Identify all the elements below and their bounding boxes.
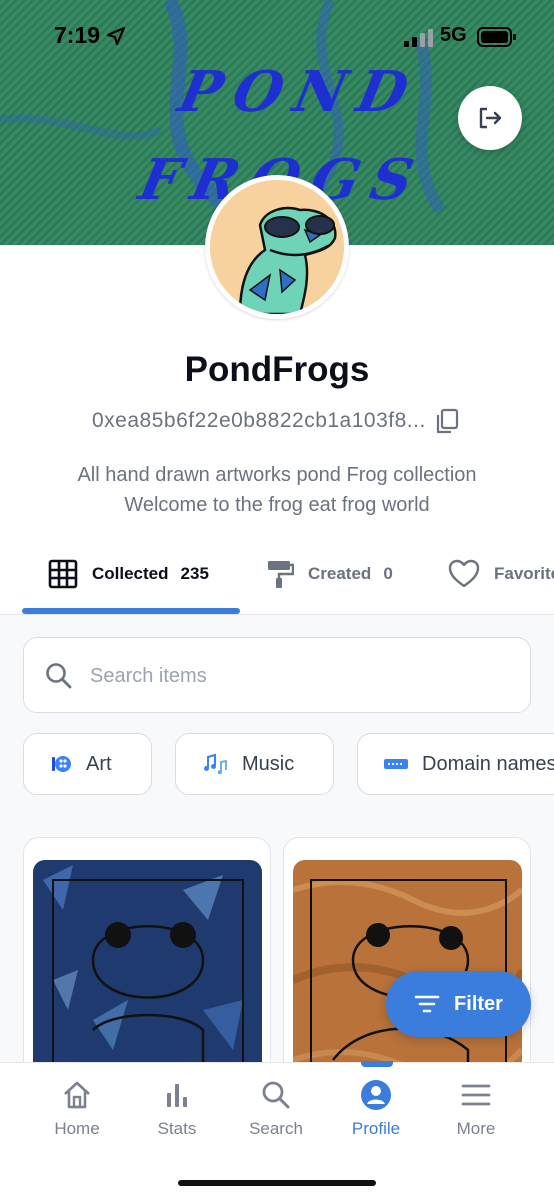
nav-search-label: Search bbox=[249, 1119, 303, 1138]
search-input[interactable] bbox=[90, 660, 510, 692]
paint-roller-icon bbox=[268, 561, 294, 588]
chip-domain-label: Domain names bbox=[422, 752, 554, 775]
battery-icon bbox=[477, 27, 516, 47]
profile-icon bbox=[361, 1080, 391, 1110]
nav-home-label: Home bbox=[54, 1119, 100, 1138]
location-arrow-icon bbox=[106, 26, 126, 46]
nav-home[interactable]: Home bbox=[27, 1079, 127, 1149]
chip-music-label: Music bbox=[242, 752, 295, 775]
logout-button[interactable] bbox=[458, 86, 522, 150]
copy-icon[interactable] bbox=[434, 408, 460, 436]
status-time: 7:19 bbox=[54, 22, 101, 48]
search-icon bbox=[262, 1081, 290, 1109]
filter-button[interactable]: Filter bbox=[386, 971, 531, 1037]
domain-icon bbox=[384, 759, 408, 769]
heart-icon bbox=[448, 559, 480, 588]
avatar[interactable] bbox=[205, 175, 349, 319]
profile-name: PondFrogs bbox=[184, 350, 370, 389]
wallet-address-row: 0xea85b6f22e0b8822cb1a103f8... bbox=[0, 406, 554, 440]
bio-line-2: Welcome to the frog eat frog world bbox=[124, 494, 430, 516]
nav-active-indicator bbox=[361, 1061, 393, 1067]
bottom-navigation: Home Stats Search Profile More bbox=[0, 1061, 554, 1200]
nav-stats[interactable]: Stats bbox=[127, 1079, 227, 1149]
nft-artwork-image bbox=[33, 860, 262, 1062]
tab-favorites-label: Favorites bbox=[494, 564, 554, 583]
frog-avatar-image bbox=[210, 180, 344, 314]
nav-more-label: More bbox=[456, 1119, 496, 1138]
network-type: 5G bbox=[440, 24, 467, 46]
chip-domain-names[interactable]: Domain names bbox=[357, 733, 554, 795]
category-chips: Art Music Domain names bbox=[23, 733, 554, 795]
filter-button-label: Filter bbox=[454, 992, 503, 1015]
chip-music[interactable]: Music bbox=[175, 733, 334, 795]
nft-card[interactable] bbox=[23, 837, 271, 1062]
tab-favorites[interactable]: Favorites bbox=[448, 554, 554, 594]
active-tab-indicator bbox=[22, 608, 240, 614]
wallet-address: 0xea85b6f22e0b8822cb1a103f8... bbox=[92, 409, 426, 432]
tab-collected[interactable]: Collected 235 bbox=[48, 554, 209, 594]
chip-art-label: Art bbox=[86, 752, 112, 775]
menu-icon bbox=[461, 1084, 491, 1106]
profile-bio: All hand drawn artworks pond Frog collec… bbox=[0, 460, 554, 520]
nav-search[interactable]: Search bbox=[226, 1079, 326, 1149]
tab-collected-label: Collected bbox=[92, 564, 169, 583]
tab-collected-count: 235 bbox=[180, 564, 209, 583]
grid-icon bbox=[48, 559, 78, 589]
nav-more[interactable]: More bbox=[426, 1079, 526, 1149]
nav-stats-label: Stats bbox=[157, 1119, 197, 1138]
search-icon bbox=[46, 663, 72, 689]
nav-profile[interactable]: Profile bbox=[326, 1079, 426, 1149]
bio-line-1: All hand drawn artworks pond Frog collec… bbox=[77, 464, 477, 486]
chip-art[interactable]: Art bbox=[23, 733, 152, 795]
status-bar: 7:19 5G bbox=[0, 0, 554, 70]
tab-created-count: 0 bbox=[383, 564, 393, 583]
home-indicator bbox=[178, 1180, 376, 1186]
stats-icon bbox=[167, 1084, 187, 1107]
filter-icon bbox=[414, 995, 440, 1013]
search-box[interactable] bbox=[23, 637, 531, 713]
tab-created-label: Created bbox=[308, 564, 372, 583]
signal-icon bbox=[404, 29, 433, 47]
music-icon bbox=[204, 753, 227, 775]
home-icon bbox=[64, 1081, 90, 1109]
nav-profile-label: Profile bbox=[351, 1119, 401, 1138]
art-icon bbox=[52, 756, 71, 772]
tab-created[interactable]: Created 0 bbox=[266, 554, 393, 594]
logout-icon bbox=[479, 107, 502, 129]
profile-tabs: Collected 235 Created 0 Favorites bbox=[0, 540, 554, 615]
